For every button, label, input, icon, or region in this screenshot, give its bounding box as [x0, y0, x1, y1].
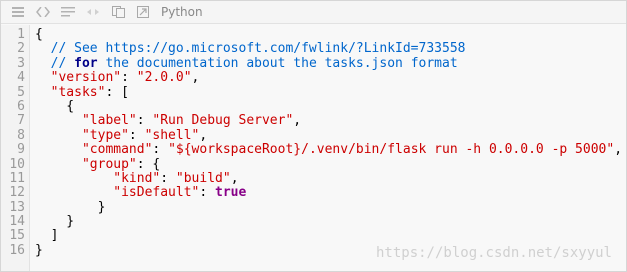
json-boolean: true [215, 185, 247, 201]
watermark-text: https://blog.csdn.net/sxyyul [375, 245, 612, 261]
json-string: "build" [175, 170, 231, 186]
code-punctuation: : [ [105, 84, 129, 100]
line-number: 2 [17, 41, 25, 57]
line-number: 5 [17, 84, 25, 100]
code-line: 11 "kind": "build", [1, 170, 626, 186]
line-number: 13 [9, 199, 25, 215]
code-line: 15 ] [1, 228, 626, 244]
code-punctuation: : [128, 127, 145, 143]
code-punctuation: , [230, 170, 239, 186]
line-number: 1 [17, 27, 25, 42]
line-number: 14 [9, 214, 25, 230]
code-line: 5 "tasks": [ [1, 84, 626, 100]
line-number: 15 [9, 228, 25, 244]
json-string: "shell" [144, 127, 200, 143]
wrap-lines-icon[interactable] [59, 4, 77, 20]
code-text: } [35, 242, 43, 258]
code-comment: the documentation about the tasks.json f… [97, 55, 458, 71]
code-line: 10 "group": { [1, 156, 626, 172]
code-line: 9 "command": "${workspaceRoot}/.venv/bin… [1, 142, 626, 158]
code-text: } [35, 214, 75, 230]
code-punctuation: , [614, 142, 623, 158]
line-number: 8 [17, 127, 25, 143]
code-block: Python 1 { 2 // See https://go.microsoft… [0, 0, 627, 272]
json-string: "Run Debug Server" [152, 113, 294, 129]
list-icon[interactable] [9, 4, 27, 20]
popout-icon[interactable] [134, 4, 152, 20]
code-punctuation: : [160, 170, 176, 186]
json-key: "type" [35, 127, 129, 143]
code-punctuation: : [136, 113, 153, 129]
code-line: 14 } [1, 214, 626, 230]
language-label: Python [161, 5, 203, 19]
code-icon[interactable] [34, 4, 52, 20]
json-key: "version" [35, 70, 122, 86]
code-punctuation: : { [136, 156, 161, 172]
code-punctuation: , [293, 113, 302, 129]
json-key: "kind" [35, 170, 161, 186]
json-key: "group" [35, 156, 137, 172]
code-keyword: for [74, 55, 98, 71]
code-comment: // See https://go.microsoft.com/fwlink/?… [35, 41, 466, 57]
code-line: 8 "type": "shell", [1, 127, 626, 143]
json-string: "${workspaceRoot}/.venv/bin/flask run -h… [168, 142, 615, 158]
code-line: 7 "label": "Run Debug Server", [1, 113, 626, 129]
line-number: 3 [17, 55, 25, 71]
code-line: 1 { [1, 27, 626, 42]
json-key: "label" [35, 113, 137, 129]
code-line: 3 // for the documentation about the tas… [1, 55, 626, 71]
code-punctuation: : [121, 70, 137, 86]
code-punctuation: , [191, 70, 200, 86]
code-comment: // [35, 55, 75, 71]
code-toolbar: Python [1, 1, 626, 24]
line-number: 6 [17, 98, 25, 114]
line-number: 7 [17, 113, 25, 129]
line-number: 4 [17, 70, 25, 86]
code-line: 13 } [1, 199, 626, 215]
json-key: "command" [35, 142, 153, 158]
code-text: { [35, 98, 75, 114]
line-number: 11 [9, 170, 25, 186]
code-line: 12 "isDefault": true [1, 185, 626, 201]
line-number: 16 [9, 242, 25, 258]
code-line: 4 "version": "2.0.0", [1, 70, 626, 86]
copy-icon[interactable] [109, 4, 127, 20]
code-punctuation: : [152, 142, 169, 158]
code-punctuation: : [199, 185, 216, 201]
line-number: 9 [17, 142, 25, 158]
line-number: 10 [9, 156, 25, 172]
json-string: "2.0.0" [136, 70, 192, 86]
fullscreen-icon[interactable] [84, 4, 102, 20]
code-line: 6 { [1, 98, 626, 114]
code-line: 2 // See https://go.microsoft.com/fwlink… [1, 41, 626, 57]
code-punctuation: , [199, 127, 208, 143]
line-number: 12 [9, 185, 25, 201]
code-content: 1 { 2 // See https://go.microsoft.com/fw… [1, 27, 626, 258]
code-text: } [35, 199, 106, 215]
json-key: "tasks" [35, 84, 106, 100]
json-key: "isDefault" [35, 185, 200, 201]
code-text: ] [35, 228, 59, 244]
code-text: { [35, 27, 43, 42]
